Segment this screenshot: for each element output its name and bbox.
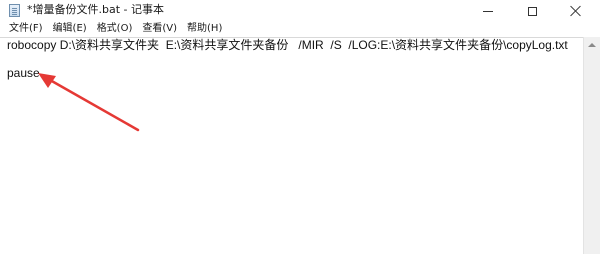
- menu-edit[interactable]: 编辑(E): [48, 23, 92, 35]
- menu-format[interactable]: 格式(O): [92, 23, 138, 35]
- menu-view[interactable]: 查看(V): [137, 23, 182, 35]
- minimize-icon: [483, 10, 493, 12]
- window-title: *增量备份文件.bat - 记事本: [27, 3, 164, 16]
- notepad-icon: [9, 4, 20, 17]
- close-button[interactable]: [554, 0, 598, 22]
- menu-bar: 文件(F) 编辑(E) 格式(O) 查看(V) 帮助(H): [0, 22, 600, 36]
- maximize-icon: [527, 6, 537, 16]
- minimize-button[interactable]: [466, 0, 510, 22]
- scroll-up-icon[interactable]: [584, 37, 600, 53]
- maximize-button[interactable]: [510, 0, 554, 22]
- notepad-window: *增量备份文件.bat - 记事本 文件(F) 编辑(E) 格式(O) 查看(V…: [0, 0, 600, 254]
- close-icon: [570, 5, 582, 17]
- title-bar[interactable]: *增量备份文件.bat - 记事本: [0, 0, 600, 22]
- menu-file[interactable]: 文件(F): [4, 23, 48, 35]
- editor-line-pause: pause: [7, 66, 40, 80]
- editor-line-robocopy: robocopy D:\资料共享文件夹 E:\资料共享文件夹备份 /MIR /S…: [7, 38, 568, 52]
- vertical-scrollbar[interactable]: [583, 37, 600, 254]
- menu-help[interactable]: 帮助(H): [182, 23, 227, 35]
- text-editor[interactable]: robocopy D:\资料共享文件夹 E:\资料共享文件夹备份 /MIR /S…: [0, 37, 583, 254]
